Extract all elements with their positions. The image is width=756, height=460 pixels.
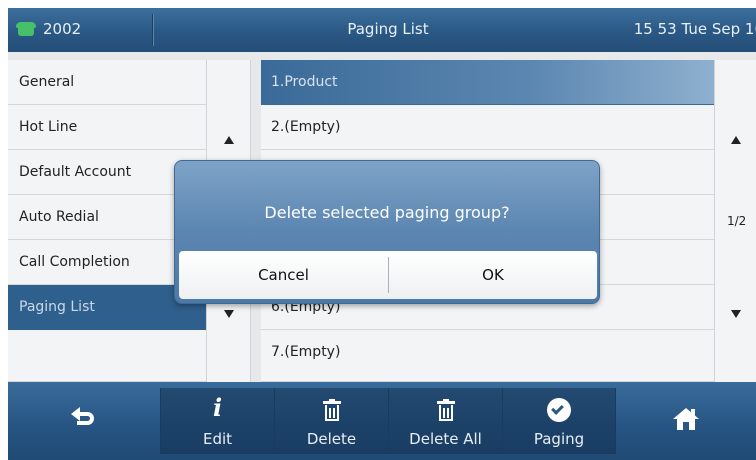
delete-label: Delete [306, 430, 357, 448]
home-icon [673, 408, 699, 430]
list-item[interactable]: 2.(Empty) [261, 105, 714, 150]
menu-item-general[interactable]: General [8, 60, 206, 105]
dialog-button-row: Cancel OK [179, 251, 597, 299]
trash-icon [436, 399, 455, 421]
paging-label: Paging [533, 430, 585, 448]
back-button[interactable] [8, 388, 160, 454]
scroll-up-icon[interactable] [224, 136, 234, 144]
delete-all-button[interactable]: Delete All [388, 388, 502, 454]
edit-button[interactable]: i Edit [160, 388, 274, 454]
list-item[interactable]: 1.Product [261, 60, 714, 105]
scroll-down-icon[interactable] [224, 310, 234, 318]
page-title: Paging List [347, 20, 429, 38]
menu-item-empty [8, 330, 206, 382]
confirm-delete-dialog: Delete selected paging group? Cancel OK [174, 160, 600, 304]
delete-button[interactable]: Delete [274, 388, 388, 454]
ok-button[interactable]: OK [389, 251, 597, 299]
account-status: 2002 [16, 20, 81, 38]
check-circle-icon [547, 398, 571, 422]
page-up-icon[interactable] [731, 136, 741, 144]
trash-icon [322, 399, 341, 421]
list-scrollbar[interactable]: 1/2 [714, 60, 756, 382]
softkey-bar: i Edit Delete Delete All Paging [8, 382, 756, 460]
edit-label: Edit [202, 430, 233, 448]
clock: 15 53 Tue Sep 16 [633, 20, 756, 38]
paging-button[interactable]: Paging [502, 388, 616, 454]
list-item[interactable]: 7.(Empty) [261, 330, 714, 382]
page-indicator: 1/2 [727, 214, 747, 228]
status-bar: 2002 Paging List 15 53 Tue Sep 16 [8, 8, 756, 52]
info-icon: i [212, 393, 223, 422]
back-arrow-icon [71, 407, 95, 426]
phone-registered-icon [16, 22, 36, 36]
account-number: 2002 [43, 20, 82, 38]
menu-item-hot-line[interactable]: Hot Line [8, 105, 206, 150]
delete-all-label: Delete All [409, 430, 482, 448]
cancel-button[interactable]: Cancel [179, 251, 388, 299]
dialog-message: Delete selected paging group? [264, 203, 510, 222]
phone-screen: 2002 Paging List 15 53 Tue Sep 16 Genera… [8, 8, 756, 460]
page-down-icon[interactable] [731, 310, 741, 318]
home-button[interactable] [616, 388, 756, 454]
